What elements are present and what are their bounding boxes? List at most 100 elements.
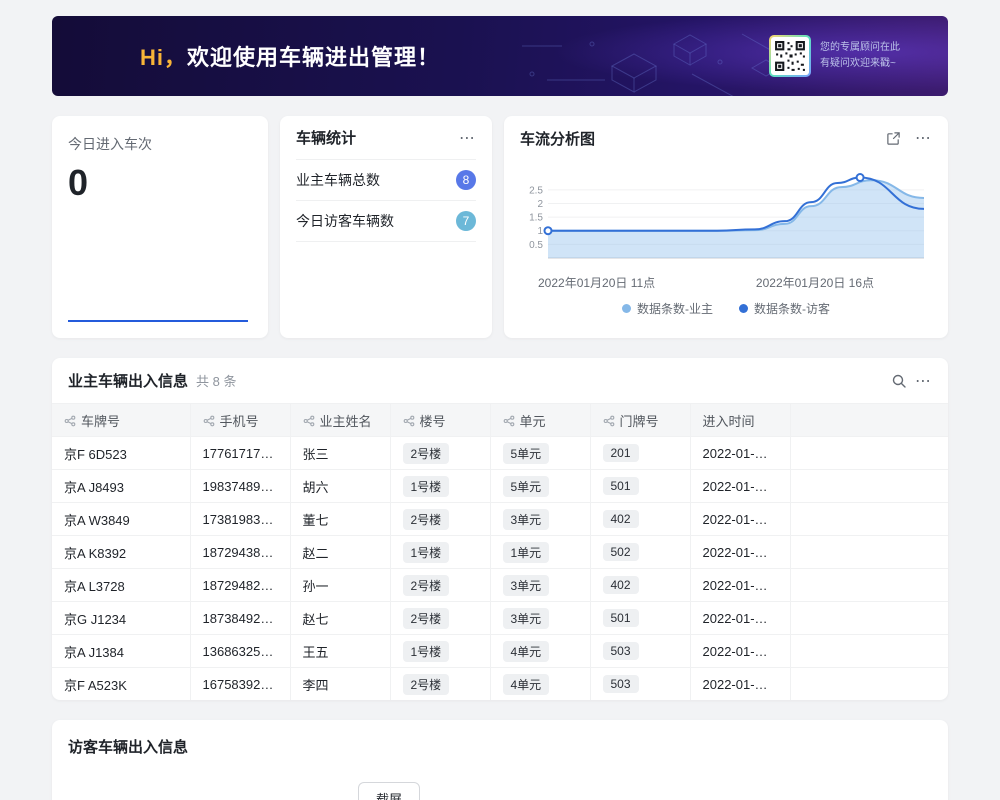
building-cell[interactable]: 1号楼 [390,470,490,503]
door-cell[interactable]: 501 [590,470,690,503]
time-cell[interactable]: 2022-01-… [690,569,790,602]
phone-cell[interactable]: 17761717… [190,437,290,470]
building-cell[interactable]: 2号楼 [390,503,490,536]
time-cell[interactable]: 2022-01-… [690,503,790,536]
tag-pill: 3单元 [503,509,550,530]
plate-cell[interactable]: 京A W3849 [52,503,190,536]
name-cell[interactable]: 张三 [290,437,390,470]
table-row[interactable]: 京A J138413686325…王五1号楼4单元 503 2022-01-… [52,635,948,668]
name-cell[interactable]: 赵二 [290,536,390,569]
building-cell[interactable]: 2号楼 [390,668,490,701]
unit-cell[interactable]: 5单元 [490,470,590,503]
unit-cell[interactable]: 3单元 [490,602,590,635]
phone-cell[interactable]: 16758392… [190,668,290,701]
table-row[interactable]: 京A K839218729438…赵二1号楼1单元 502 2022-01-… [52,536,948,569]
column-header-name[interactable]: 业主姓名 [290,404,390,437]
door-cell[interactable]: 501 [590,602,690,635]
unit-cell[interactable]: 3单元 [490,569,590,602]
door-cell[interactable]: 402 [590,569,690,602]
building-cell[interactable]: 1号楼 [390,536,490,569]
table-row[interactable]: 京A J849319837489…胡六1号楼 5单元 501 2022-01-… [52,470,948,503]
tag-pill: 502 [603,543,639,561]
phone-cell[interactable]: 19837489… [190,470,290,503]
legend-item[interactable]: 数据条数-访客 [739,300,830,317]
table-row[interactable]: 京A W384917381983…董七2号楼 3单元 4022022-01-… [52,503,948,536]
export-icon[interactable] [886,131,901,146]
door-cell[interactable]: 503 [590,668,690,701]
door-cell[interactable]: 402 [590,503,690,536]
building-cell[interactable]: 2号楼 [390,602,490,635]
name-cell[interactable]: 赵七 [290,602,390,635]
field-link-icon [303,415,315,427]
name-cell[interactable]: 董七 [290,503,390,536]
plate-cell[interactable]: 京A J8493 [52,470,190,503]
tag-pill: 503 [603,642,639,660]
column-header-phone[interactable]: 手机号 [190,404,290,437]
legend-item[interactable]: 数据条数-业主 [622,300,713,317]
time-cell[interactable]: 2022-01-… [690,602,790,635]
tag-pill: 3单元 [503,608,550,629]
time-cell[interactable]: 2022-01-… [690,470,790,503]
unit-cell[interactable]: 3单元 [490,503,590,536]
qr-pattern-icon [773,39,807,73]
owner-table-head-row: 车牌号手机号 业主姓名 楼号 单元门牌号进入时间 [52,404,948,437]
plate-cell[interactable]: 京A K8392 [52,536,190,569]
plate-cell[interactable]: 京F A523K [52,668,190,701]
time-cell[interactable]: 2022-01-… [690,536,790,569]
column-header-time[interactable]: 进入时间 [690,404,790,437]
column-header-building[interactable]: 楼号 [390,404,490,437]
name-cell[interactable]: 胡六 [290,470,390,503]
more-icon[interactable]: ⋯ [915,128,932,148]
unit-cell[interactable]: 4单元 [490,635,590,668]
column-header-blank [790,404,948,437]
phone-cell[interactable]: 18738492… [190,602,290,635]
plate-cell[interactable]: 京A J1384 [52,635,190,668]
tag-pill: 5单元 [503,476,550,497]
door-cell[interactable]: 502 [590,536,690,569]
door-cell[interactable]: 503 [590,635,690,668]
name-cell[interactable]: 王五 [290,635,390,668]
building-cell[interactable]: 2号楼 [390,437,490,470]
table-row[interactable]: 京F A523K16758392…李四2号楼4单元5032022-01-… [52,668,948,701]
unit-cell[interactable]: 4单元 [490,668,590,701]
time-cell[interactable]: 2022-01-… [690,668,790,701]
svg-text:2: 2 [537,199,543,210]
stat-row-label: 今日访客车辆数 [296,211,394,231]
column-header-plate[interactable]: 车牌号 [52,404,190,437]
tag-pill: 501 [603,477,639,495]
chart-x-axis: 2022年01月20日 11点 2022年01月20日 16点 [520,274,932,291]
phone-cell[interactable]: 13686325… [190,635,290,668]
column-header-unit[interactable]: 单元 [490,404,590,437]
time-cell[interactable]: 2022-01-… [690,437,790,470]
column-label: 楼号 [420,414,446,429]
more-icon[interactable]: ⋯ [915,371,932,391]
table-row[interactable]: 京G J123418738492…赵七 2号楼 3单元 5012022-01-… [52,602,948,635]
flow-chart-svg: 0.511.522.5 [520,160,932,272]
unit-cell[interactable]: 5单元 [490,437,590,470]
more-icon[interactable]: ⋯ [459,128,476,148]
plate-cell[interactable]: 京F 6D523 [52,437,190,470]
building-cell[interactable]: 1号楼 [390,635,490,668]
phone-cell[interactable]: 18729438… [190,536,290,569]
plate-cell[interactable]: 京A L3728 [52,569,190,602]
phone-cell[interactable]: 17381983… [190,503,290,536]
tag-pill: 2号楼 [403,608,450,629]
column-label: 业主姓名 [320,414,372,429]
column-header-door[interactable]: 门牌号 [590,404,690,437]
plate-cell[interactable]: 京G J1234 [52,602,190,635]
building-cell[interactable]: 2号楼 [390,569,490,602]
search-icon[interactable] [891,373,907,389]
time-cell[interactable]: 2022-01-… [690,635,790,668]
partial-button[interactable]: 载屏 [358,782,420,800]
unit-cell[interactable]: 1单元 [490,536,590,569]
tag-pill: 402 [603,576,639,594]
name-cell[interactable]: 李四 [290,668,390,701]
visitor-table-card: 访客车辆出入信息 载屏 [52,720,948,800]
table-row[interactable]: 京F 6D52317761717…张三2号楼5单元2012022-01-… [52,437,948,470]
table-row[interactable]: 京A L372818729482…孙一2号楼3单元 402 2022-01-… [52,569,948,602]
phone-cell[interactable]: 18729482… [190,569,290,602]
door-cell[interactable]: 201 [590,437,690,470]
today-entry-card: 今日进入车次 0 [52,116,268,338]
stats-cards-row: 今日进入车次 0 车辆统计 ⋯ 业主车辆总数 8 今日访客车辆数 7 车流分析图 [52,116,948,338]
name-cell[interactable]: 孙一 [290,569,390,602]
